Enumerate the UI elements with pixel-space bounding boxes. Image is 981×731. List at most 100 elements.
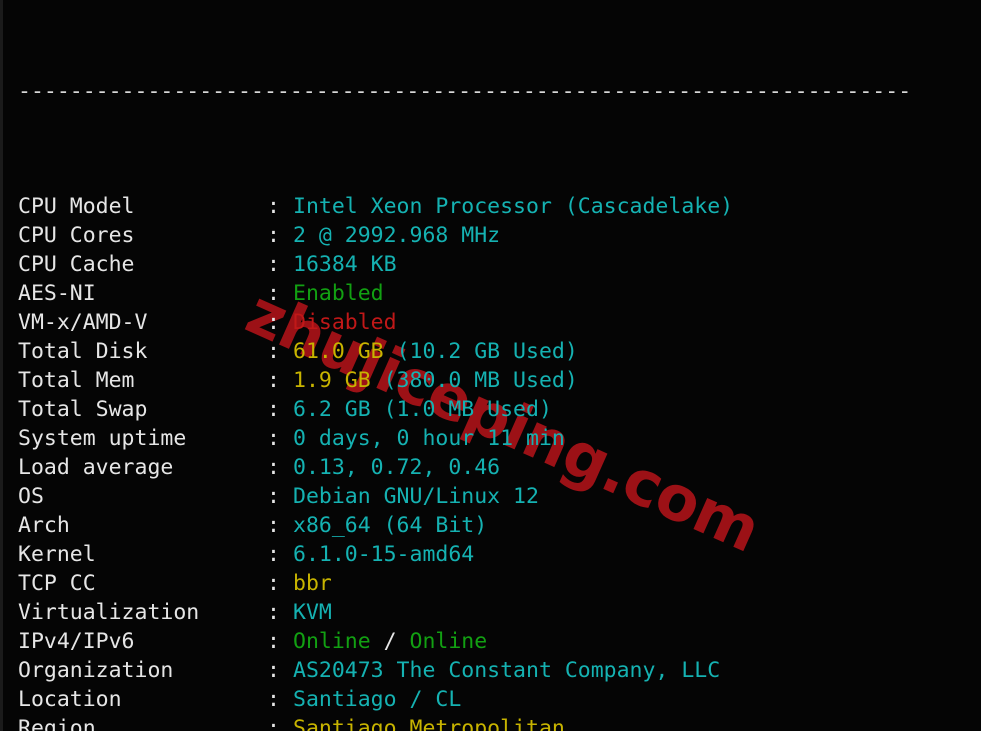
value-segment: 16384 KB (293, 252, 397, 277)
row-colon: : (267, 426, 280, 451)
system-info-label: OS (18, 484, 44, 509)
system-info-label: VM-x/AMD-V (18, 310, 148, 335)
system-info-value: Disabled (293, 310, 397, 335)
row-colon: : (267, 716, 280, 731)
system-info-section: CPU Model: Intel Xeon Processor (Cascadel… (3, 192, 981, 731)
value-segment: Santiago / CL (293, 687, 462, 712)
value-segment: 2 @ 2992.968 MHz (293, 223, 501, 248)
value-segment: bbr (293, 571, 332, 596)
row-colon: : (267, 629, 280, 654)
info-row: Total Mem:1.9 GB (380.0 MB Used) (3, 366, 981, 395)
info-row: Total Swap:6.2 GB (1.0 MB Used) (3, 395, 981, 424)
row-colon: : (267, 252, 280, 277)
system-info-label: CPU Cores (18, 223, 135, 248)
info-row: CPU Cache:16384 KB (3, 250, 981, 279)
terminal-output: ----------------------------------------… (3, 0, 981, 731)
value-segment: 6.2 GB (1.0 MB Used) (293, 397, 552, 422)
system-info-label: AES-NI (18, 281, 96, 306)
system-info-label: Total Swap (18, 397, 148, 422)
info-row: Arch: x86_64 (64 Bit) (3, 511, 981, 540)
system-info-value: Debian GNU/Linux 12 (293, 484, 539, 509)
system-info-value: 6.2 GB (1.0 MB Used) (293, 397, 552, 422)
system-info-label: Arch (18, 513, 70, 538)
system-info-value: 16384 KB (293, 252, 397, 277)
row-colon: : (267, 223, 280, 248)
info-row: System uptime:0 days, 0 hour 11 min (3, 424, 981, 453)
row-colon: : (267, 455, 280, 480)
value-segment: Enabled (293, 281, 384, 306)
system-info-value: bbr (293, 571, 332, 596)
system-info-value: Online / Online (293, 629, 487, 654)
value-segment: Intel Xeon Processor (Cascadelake) (293, 194, 734, 219)
info-row: VM-x/AMD-V: Disabled (3, 308, 981, 337)
info-row: CPU Model: Intel Xeon Processor (Cascadel… (3, 192, 981, 221)
info-row: Load average:0.13, 0.72, 0.46 (3, 453, 981, 482)
info-row: IPv4/IPv6: Online / Online (3, 627, 981, 656)
system-info-label: Total Disk (18, 339, 148, 364)
row-colon: : (267, 571, 280, 596)
row-colon: : (267, 513, 280, 538)
system-info-label: Location (18, 687, 122, 712)
system-info-label: CPU Model (18, 194, 135, 219)
row-colon: : (267, 194, 280, 219)
system-info-label: Organization (18, 658, 174, 683)
info-row: Virtualization: KVM (3, 598, 981, 627)
value-segment: 6.1.0-15-amd64 (293, 542, 475, 567)
info-row: OS: Debian GNU/Linux 12 (3, 482, 981, 511)
info-row: Region: Santiago Metropolitan (3, 714, 981, 731)
info-row: Total Disk:61.0 GB (10.2 GB Used) (3, 337, 981, 366)
system-info-value: x86_64 (64 Bit) (293, 513, 487, 538)
row-colon: : (267, 600, 280, 625)
system-info-value: 6.1.0-15-amd64 (293, 542, 474, 567)
system-info-value: AS20473 The Constant Company, LLC (293, 658, 720, 683)
system-info-value: Santiago Metropolitan (293, 716, 565, 731)
value-segment: 1.9 GB (293, 368, 384, 393)
info-row: Location: Santiago / CL (3, 685, 981, 714)
row-colon: : (267, 687, 280, 712)
system-info-value: KVM (293, 600, 332, 625)
row-colon: : (267, 368, 280, 393)
info-row: CPU Cores:2 @ 2992.968 MHz (3, 221, 981, 250)
row-colon: : (267, 397, 280, 422)
system-info-value: Enabled (293, 281, 384, 306)
value-segment: Online (396, 629, 488, 654)
system-info-label: CPU Cache (18, 252, 135, 277)
value-segment: 0 days, 0 hour 11 min (293, 426, 565, 451)
info-row: TCP CC: bbr (3, 569, 981, 598)
system-info-value: Intel Xeon Processor (Cascadelake) (293, 194, 733, 219)
system-info-label: Load average (18, 455, 174, 480)
row-colon: : (267, 484, 280, 509)
value-segment: / (383, 629, 397, 654)
row-colon: : (267, 658, 280, 683)
system-info-value: 61.0 GB (10.2 GB Used) (293, 339, 578, 364)
value-segment: Santiago Metropolitan (293, 716, 565, 731)
value-segment: Online (293, 629, 384, 654)
row-colon: : (267, 339, 280, 364)
system-info-label: System uptime (18, 426, 187, 451)
value-segment: 61.0 GB (293, 339, 397, 364)
system-info-label: Region (18, 716, 96, 731)
system-info-value: 1.9 GB (380.0 MB Used) (293, 368, 578, 393)
system-info-value: 0 days, 0 hour 11 min (293, 426, 565, 451)
system-info-label: Virtualization (18, 600, 200, 625)
system-info-label: Total Mem (18, 368, 135, 393)
value-segment: AS20473 The Constant Company, LLC (293, 658, 721, 683)
system-info-value: 2 @ 2992.968 MHz (293, 223, 500, 248)
system-info-label: IPv4/IPv6 (18, 629, 135, 654)
row-colon: : (267, 542, 280, 567)
value-segment: x86_64 (64 Bit) (293, 513, 488, 538)
system-info-value: 0.13, 0.72, 0.46 (293, 455, 500, 480)
info-row: Organization: AS20473 The Constant Compan… (3, 656, 981, 685)
value-segment: Debian GNU/Linux 12 (293, 484, 539, 509)
info-row: Kernel:6.1.0-15-amd64 (3, 540, 981, 569)
row-colon: : (267, 281, 280, 306)
separator-line-top: ----------------------------------------… (18, 87, 912, 104)
system-info-label: Kernel (18, 542, 96, 567)
info-row: AES-NI: Enabled (3, 279, 981, 308)
value-segment: (10.2 GB Used) (396, 339, 578, 364)
system-info-value: Santiago / CL (293, 687, 461, 712)
value-segment: KVM (293, 600, 332, 625)
row-colon: : (267, 310, 280, 335)
system-info-label: TCP CC (18, 571, 96, 596)
terminal-window: zhujiceping.com ------------------------… (0, 0, 981, 731)
